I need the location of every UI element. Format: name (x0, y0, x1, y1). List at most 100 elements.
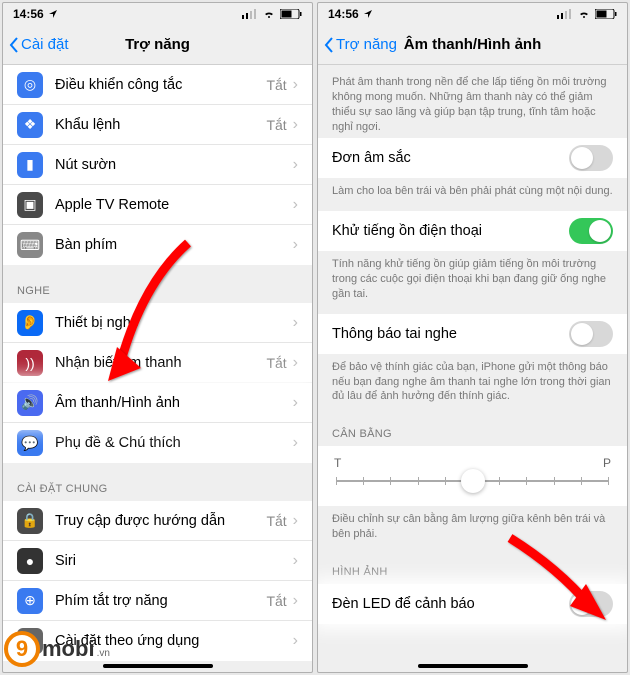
back-button[interactable]: Cài đặt (9, 36, 69, 53)
row-label: Bàn phím (55, 237, 293, 253)
chevron-right-icon: › (293, 156, 298, 174)
logo-nine: 9 (4, 631, 40, 667)
row-label: Phím tắt trợ năng (55, 593, 266, 609)
row-led[interactable]: Đèn LED để cảnh báo (318, 584, 627, 624)
balance-left-label: T (334, 456, 341, 470)
section-header-chung: CÀI ĐẶT CHUNG (3, 463, 312, 501)
wifi-icon (577, 9, 591, 19)
group-mono: Đơn âm sắc (318, 138, 627, 178)
row-keyboards[interactable]: ⌨Bàn phím› (3, 225, 312, 265)
row-label: Truy cập được hướng dẫn (55, 513, 266, 529)
balance-footer: Điều chỉnh sự cân bằng âm lượng giữa kên… (318, 506, 627, 546)
scroll-content[interactable]: Phát âm thanh trong nền để che lấp tiếng… (318, 65, 627, 672)
group-headphone: Thông báo tai nghe (318, 314, 627, 354)
headphone-footer: Để bảo vệ thính giác của bạn, iPhone gửi… (318, 354, 627, 409)
chevron-left-icon (9, 37, 19, 53)
balance-slider-row: T P (318, 446, 627, 506)
row-label: Âm thanh/Hình ảnh (55, 395, 293, 411)
nav-bar: Cài đặt Trợ năng (3, 25, 312, 65)
location-icon (48, 9, 58, 19)
group-noise: Khử tiếng ồn điện thoại (318, 211, 627, 251)
noise-toggle[interactable] (569, 218, 613, 244)
chevron-left-icon (324, 37, 334, 53)
ear-icon: 👂 (17, 310, 43, 336)
logo-brand: mobi (42, 636, 95, 662)
statusbar: 14:56 (318, 3, 627, 25)
noise-footer: Tính năng khử tiếng ồn giúp giảm tiếng ồ… (318, 251, 627, 306)
row-sound-recog[interactable]: ))Nhận biết âm thanhTắt› (3, 343, 312, 383)
logo-suffix: .vn (97, 648, 110, 659)
back-label: Trợ năng (336, 36, 397, 53)
row-detail: Tắt (266, 117, 286, 133)
row-label: Apple TV Remote (55, 197, 293, 213)
voice-icon: ❖ (17, 112, 43, 138)
row-label: Nhận biết âm thanh (55, 355, 266, 371)
watermark-logo: 9 mobi .vn (4, 631, 110, 667)
row-hearing-devices[interactable]: 👂 Thiết bị nghe› (3, 303, 312, 343)
page-title: Âm thanh/Hình ảnh (404, 36, 542, 53)
led-toggle[interactable] (569, 591, 613, 617)
row-label: Nút sườn (55, 157, 293, 173)
battery-icon (280, 9, 302, 19)
home-indicator[interactable] (103, 664, 213, 668)
intro-text: Phát âm thanh trong nền để che lấp tiếng… (318, 65, 627, 138)
chevron-right-icon: › (293, 632, 298, 650)
row-audio-visual[interactable]: 🔊Âm thanh/Hình ảnh› (3, 383, 312, 423)
battery-icon (595, 9, 617, 19)
chevron-right-icon: › (293, 394, 298, 412)
row-appletv[interactable]: ▣ Apple TV Remote› (3, 185, 312, 225)
back-button[interactable]: Trợ năng (324, 36, 397, 53)
row-detail: Tắt (266, 513, 286, 529)
row-guided-access[interactable]: 🔒Truy cập được hướng dẫnTắt› (3, 501, 312, 541)
balance-slider[interactable] (336, 480, 609, 482)
chevron-right-icon: › (293, 196, 298, 214)
sound-icon: )) (17, 350, 43, 376)
balance-header: CÂN BẰNG (318, 408, 627, 446)
guided-icon: 🔒 (17, 508, 43, 534)
chevron-right-icon: › (293, 434, 298, 452)
row-switch-control[interactable]: ◎Điều khiển công tắcTắt› (3, 65, 312, 105)
row-shortcut[interactable]: ⊕Phím tắt trợ năngTắt› (3, 581, 312, 621)
row-subtitles[interactable]: 💬 Phụ đề & Chú thích› (3, 423, 312, 463)
slider-thumb[interactable] (461, 469, 485, 493)
headphone-toggle[interactable] (569, 321, 613, 347)
row-label: Đơn âm sắc (332, 150, 569, 166)
siri-icon: ● (17, 548, 43, 574)
chevron-right-icon: › (293, 76, 298, 94)
row-voice-control[interactable]: ❖ Khẩu lệnhTắt › (3, 105, 312, 145)
chevron-right-icon: › (293, 116, 298, 134)
row-noise[interactable]: Khử tiếng ồn điện thoại (318, 211, 627, 251)
scroll-content[interactable]: ◎Điều khiển công tắcTắt› ❖Khẩu lệnhTắt› … (3, 65, 312, 672)
row-label: Đèn LED để cảnh báo (332, 596, 569, 612)
chevron-right-icon: › (293, 354, 298, 372)
nav-bar: Trợ năng Âm thanh/Hình ảnh (318, 25, 627, 65)
tv-icon: ▣ (17, 192, 43, 218)
home-indicator[interactable] (418, 664, 528, 668)
row-label: Khẩu lệnh (55, 117, 266, 133)
switch-icon: ◎ (17, 72, 43, 98)
row-side-button[interactable]: ▮ Nút sườn› (3, 145, 312, 185)
statusbar: 14:56 (3, 3, 312, 25)
chevron-right-icon: › (293, 552, 298, 570)
row-label: Thiết bị nghe (55, 315, 293, 331)
phone-right: 14:56 Trợ năng Âm thanh/Hình ảnh Phát âm… (317, 2, 628, 673)
chevron-right-icon: › (293, 314, 298, 332)
row-label: Phụ đề & Chú thích (55, 435, 293, 451)
row-mono[interactable]: Đơn âm sắc (318, 138, 627, 178)
page-title: Trợ năng (125, 36, 190, 53)
row-headphone[interactable]: Thông báo tai nghe (318, 314, 627, 354)
signal-icon (557, 9, 573, 19)
status-time: 14:56 (328, 7, 359, 21)
row-label: Thông báo tai nghe (332, 326, 569, 342)
phone-left: 14:56 Cài đặt Trợ năng ◎Điều khiển công … (2, 2, 313, 673)
side-icon: ▮ (17, 152, 43, 178)
row-siri[interactable]: ●Siri› (3, 541, 312, 581)
row-label: Khử tiếng ồn điện thoại (332, 223, 569, 239)
group-led: Đèn LED để cảnh báo (318, 584, 627, 624)
location-icon (363, 9, 373, 19)
shortcut-icon: ⊕ (17, 588, 43, 614)
balance-right-label: P (603, 456, 611, 470)
subtitle-icon: 💬 (17, 430, 43, 456)
mono-toggle[interactable] (569, 145, 613, 171)
group-nghe: 👂Thiết bị nghe› ))Nhận biết âm thanhTắt›… (3, 303, 312, 463)
